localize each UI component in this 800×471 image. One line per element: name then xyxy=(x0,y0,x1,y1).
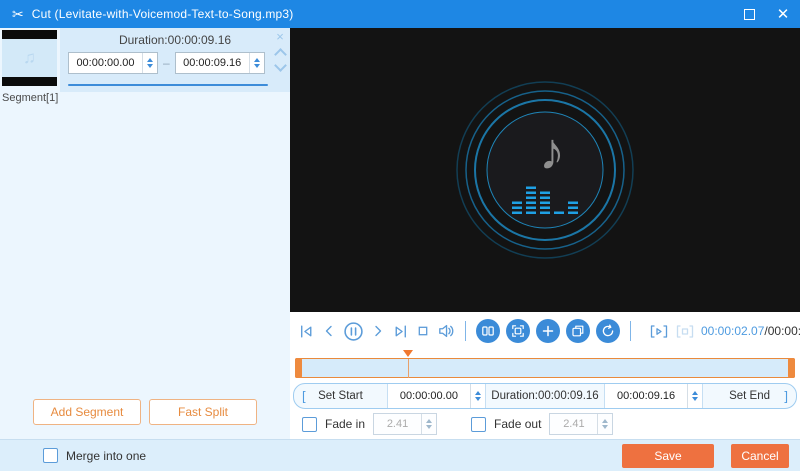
time-display: 00:00:02.07/00:00:09.16 xyxy=(701,324,800,338)
segment-duration-label: Duration:00:00:09.16 xyxy=(60,28,290,47)
stop-segment-icon xyxy=(675,323,695,340)
segment-start-input[interactable]: 00:00:00.00 xyxy=(68,52,158,74)
merge-checkbox[interactable] xyxy=(43,448,58,463)
start-time-input[interactable]: 00:00:00.00 xyxy=(388,384,486,408)
prev-frame-button[interactable] xyxy=(321,323,337,339)
stop-segment-button[interactable] xyxy=(675,323,695,340)
timeline-track[interactable] xyxy=(295,358,795,378)
delete-segment-button[interactable] xyxy=(506,319,530,343)
fade-out-spinner[interactable] xyxy=(597,414,612,434)
next-frame-button[interactable] xyxy=(370,323,386,339)
delete-segment-icon xyxy=(511,324,525,338)
timeline xyxy=(295,350,795,380)
set-end-label: Set End xyxy=(729,390,770,402)
play-segment-icon xyxy=(649,323,669,340)
total-time: /00:00:09.16 xyxy=(764,324,800,338)
fade-in-checkbox[interactable] xyxy=(302,417,317,432)
save-button[interactable]: Save xyxy=(622,444,714,468)
start-time-spinner[interactable] xyxy=(470,384,485,408)
seek-end-button[interactable] xyxy=(392,323,409,340)
delete-segment-card-icon[interactable]: × xyxy=(276,30,284,43)
segment-card[interactable]: Duration:00:00:09.16 00:00:00.00 – 00:00… xyxy=(60,28,290,92)
reset-icon xyxy=(601,324,615,338)
preview-panel: ♪ xyxy=(290,28,800,439)
segment-row: ♫ Segment[1] Duration:00:00:09.16 00:00:… xyxy=(0,28,290,128)
seek-start-button[interactable] xyxy=(298,323,315,340)
trim-start-handle[interactable] xyxy=(295,358,302,378)
split-button[interactable] xyxy=(476,319,500,343)
set-start-label: Set Start xyxy=(318,390,363,402)
merge-into-one-option[interactable]: Merge into one xyxy=(0,448,146,463)
window-title: Cut (Levitate-with-Voicemod-Text-to-Song… xyxy=(32,7,294,21)
current-time: 00:00:02.07 xyxy=(701,324,764,338)
end-time-spinner[interactable] xyxy=(687,384,702,408)
music-note-icon: ♫ xyxy=(23,48,36,68)
cancel-button[interactable]: Cancel xyxy=(731,444,789,468)
play-segment-button[interactable] xyxy=(649,323,669,340)
bracket-left: [ xyxy=(302,389,306,404)
segment-panel: ♫ Segment[1] Duration:00:00:09.16 00:00:… xyxy=(0,28,290,439)
playback-controls: 00:00:02.07/00:00:09.16 xyxy=(290,312,800,350)
pause-button[interactable] xyxy=(343,321,364,342)
bracket-right: ] xyxy=(784,389,788,404)
fade-options: Fade in 2.41 Fade out 2.41 xyxy=(290,409,800,439)
equalizer xyxy=(512,184,578,214)
reset-button[interactable] xyxy=(596,319,620,343)
trim-bar: [ Set Start 00:00:00.00 Duration:00:00:0… xyxy=(293,383,797,409)
stop-icon xyxy=(415,323,431,339)
maximize-button[interactable] xyxy=(732,0,766,28)
add-segment-button[interactable]: Add Segment xyxy=(33,399,141,425)
seek-start-icon xyxy=(298,323,315,340)
cut-dialog: ✂ Cut (Levitate-with-Voicemod-Text-to-So… xyxy=(0,0,800,471)
copy-segment-button[interactable] xyxy=(566,319,590,343)
audio-preview: ♪ xyxy=(290,28,800,312)
scissors-icon: ✂ xyxy=(12,7,24,21)
fade-out-checkbox[interactable] xyxy=(471,417,486,432)
window-controls: ✕ xyxy=(732,0,800,28)
segment-progress-line xyxy=(68,84,268,86)
main-area: ♫ Segment[1] Duration:00:00:09.16 00:00:… xyxy=(0,28,800,439)
trim-end-handle[interactable] xyxy=(788,358,795,378)
volume-button[interactable] xyxy=(437,322,455,340)
close-icon: ✕ xyxy=(777,7,790,22)
music-note-icon: ♪ xyxy=(539,126,565,178)
maximize-icon xyxy=(744,9,755,20)
close-button[interactable]: ✕ xyxy=(766,0,800,28)
fade-out-input[interactable]: 2.41 xyxy=(549,413,613,435)
fast-split-button[interactable]: Fast Split xyxy=(149,399,257,425)
fade-in-spinner[interactable] xyxy=(421,414,436,434)
set-end-button[interactable]: Set End ] xyxy=(703,384,796,408)
fade-in-label: Fade in xyxy=(325,417,365,431)
split-icon xyxy=(481,324,495,338)
seek-end-icon xyxy=(392,323,409,340)
range-separator: – xyxy=(163,56,170,70)
duration-label: Duration:00:00:09.16 xyxy=(486,384,605,408)
segment-thumb-image: ♫ xyxy=(2,30,57,86)
volume-icon xyxy=(437,322,455,340)
set-start-button[interactable]: [ Set Start xyxy=(294,384,388,408)
divider xyxy=(465,321,466,341)
fade-in-input[interactable]: 2.41 xyxy=(373,413,437,435)
pause-icon xyxy=(343,321,364,342)
segment-end-input[interactable]: 00:00:09.16 xyxy=(175,52,265,74)
divider xyxy=(630,321,631,341)
add-icon xyxy=(541,324,555,338)
merge-label: Merge into one xyxy=(66,449,146,463)
letterbox-bar xyxy=(2,77,57,86)
letterbox-bar xyxy=(2,30,57,39)
end-time-input[interactable]: 00:00:09.16 xyxy=(605,384,703,408)
prev-frame-icon xyxy=(321,323,337,339)
next-frame-icon xyxy=(370,323,386,339)
chevron-down-icon[interactable] xyxy=(274,59,287,72)
copy-icon xyxy=(571,324,585,338)
footer: Merge into one Save Cancel xyxy=(0,439,800,471)
titlebar: ✂ Cut (Levitate-with-Voicemod-Text-to-So… xyxy=(0,0,800,28)
add-segment-circle-button[interactable] xyxy=(536,319,560,343)
segment-end-spinner[interactable] xyxy=(249,53,264,73)
segment-thumbnail[interactable]: ♫ Segment[1] xyxy=(2,30,57,104)
segment-start-spinner[interactable] xyxy=(142,53,157,73)
fade-out-label: Fade out xyxy=(494,417,541,431)
segment-label: Segment[1] xyxy=(2,92,57,104)
stop-button[interactable] xyxy=(415,323,431,339)
